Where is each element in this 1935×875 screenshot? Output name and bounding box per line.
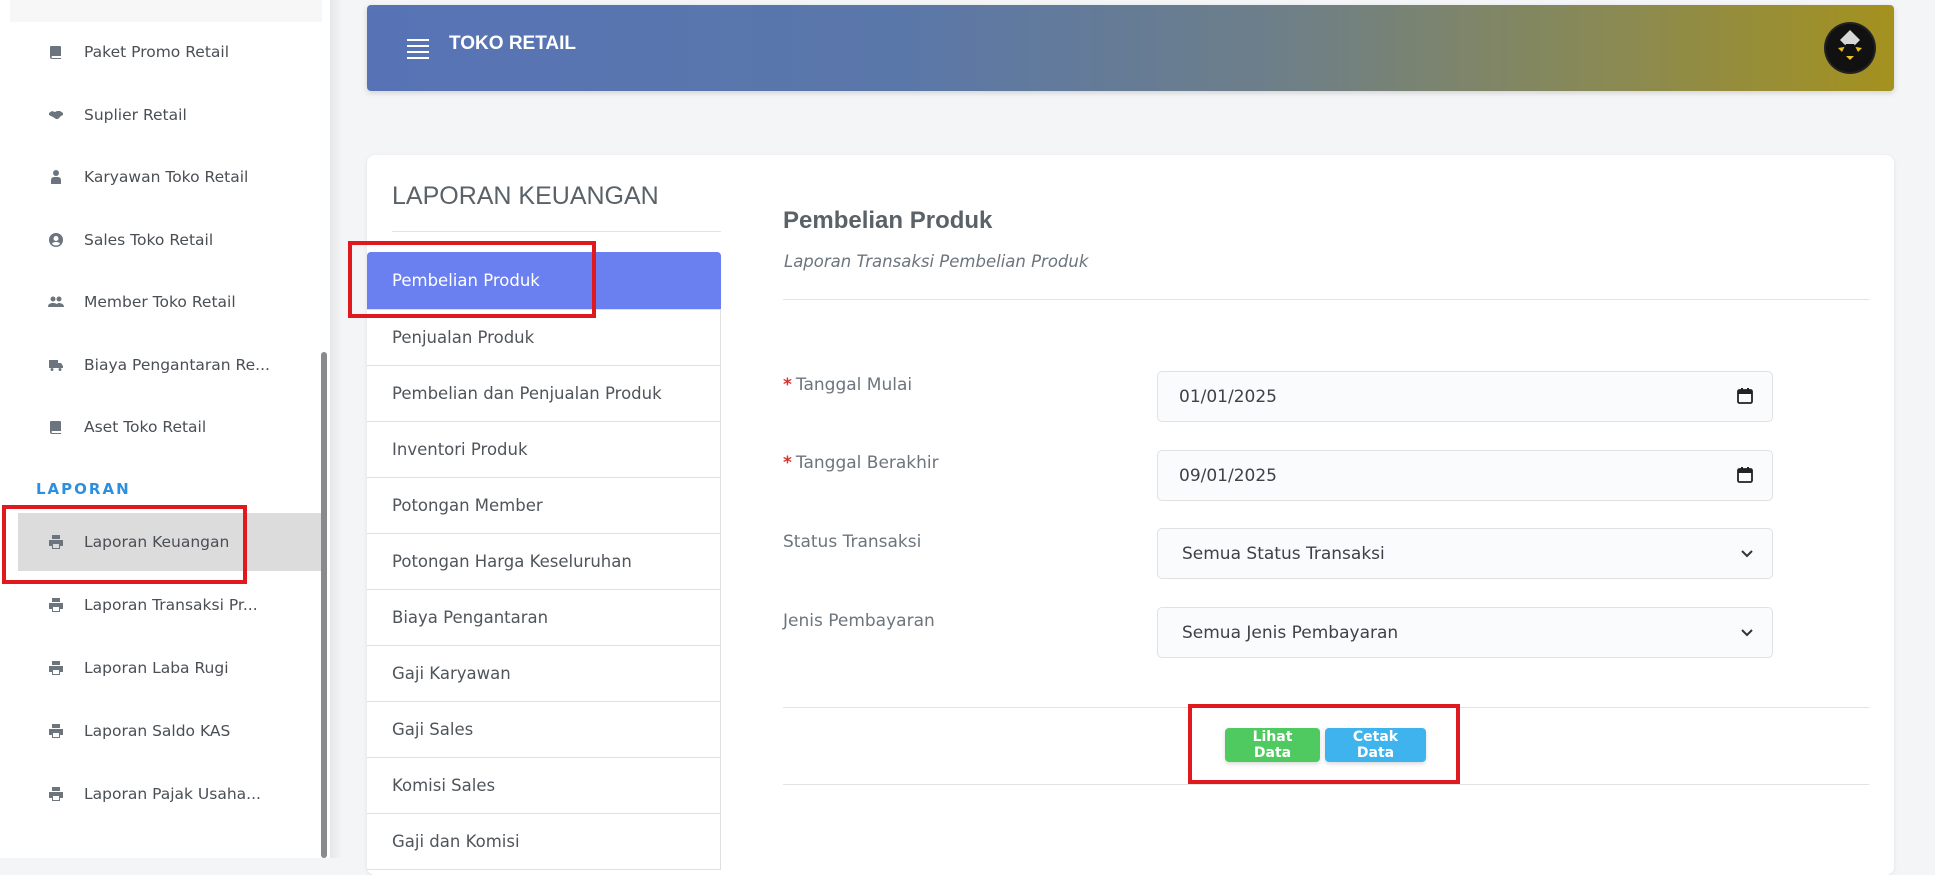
chevron-down-icon (1741, 550, 1753, 558)
report-item-potongan-harga[interactable]: Potongan Harga Keseluruhan (367, 534, 721, 590)
required-mark: * (783, 375, 792, 395)
sidebar: Paket Promo Retail Suplier Retail Karyaw… (0, 0, 330, 858)
calendar-icon[interactable] (1736, 466, 1754, 484)
sidebar-item-label: Aset Toko Retail (84, 418, 207, 436)
user-tie-icon (46, 167, 66, 187)
handshake-icon (46, 105, 66, 125)
sidebar-item-paket-promo[interactable]: Paket Promo Retail (18, 23, 322, 81)
sidebar-item-label: Suplier Retail (84, 106, 187, 124)
report-item-pembelian-penjualan[interactable]: Pembelian dan Penjualan Produk (367, 366, 721, 422)
status-label: Status Transaksi (783, 532, 922, 552)
printer-icon (46, 721, 66, 741)
print-data-button[interactable]: Cetak Data (1325, 728, 1426, 762)
report-item-gaji-komisi[interactable]: Gaji dan Komisi (367, 814, 721, 870)
divider (783, 707, 1869, 708)
sidebar-item-label: Sales Toko Retail (84, 231, 214, 249)
sidebar-item-laporan-pajak[interactable]: Laporan Pajak Usaha... (18, 765, 322, 823)
sidebar-item-laporan-transaksi[interactable]: Laporan Transaksi Pr... (18, 576, 322, 634)
sidebar-item-laporan-keuangan[interactable]: Laporan Keuangan (18, 513, 322, 571)
start-date-input[interactable]: 01/01/2025 (1157, 371, 1773, 422)
sidebar-item-sales[interactable]: Sales Toko Retail (18, 211, 322, 269)
sidebar-item-suplier[interactable]: Suplier Retail (18, 86, 322, 144)
report-item-gaji-karyawan[interactable]: Gaji Karyawan (367, 646, 721, 702)
truck-icon (46, 355, 66, 375)
status-select-value: Semua Status Transaksi (1182, 543, 1385, 564)
payment-label: Jenis Pembayaran (783, 611, 935, 631)
book-icon (46, 42, 66, 62)
sidebar-scrollbar[interactable] (321, 352, 327, 858)
divider (783, 299, 1869, 300)
start-date-label: * Tanggal Mulai (783, 375, 912, 395)
hamburger-menu-icon[interactable] (407, 39, 429, 59)
report-item-biaya-pengantaran[interactable]: Biaya Pengantaran (367, 590, 721, 646)
app-title: TOKO RETAIL (449, 33, 577, 54)
report-card: LAPORAN KEUANGAN Pembelian Produk Penjua… (367, 155, 1894, 875)
report-item-penjualan-produk[interactable]: Penjualan Produk (367, 310, 721, 366)
user-circle-icon (46, 230, 66, 250)
printer-icon (46, 595, 66, 615)
sidebar-item-label: Laporan Transaksi Pr... (84, 596, 258, 614)
sidebar-section-laporan: LAPORAN (36, 480, 131, 498)
sidebar-item-label: Karyawan Toko Retail (84, 168, 249, 186)
end-date-label-text: Tanggal Berakhir (795, 453, 939, 473)
sidebar-shadow (330, 0, 342, 858)
status-select[interactable]: Semua Status Transaksi (1157, 528, 1773, 579)
users-icon (46, 292, 66, 312)
sidebar-item-biaya-pengantaran[interactable]: Biaya Pengantaran Re... (18, 336, 322, 394)
required-mark: * (783, 453, 792, 473)
sidebar-item-laporan-saldo-kas[interactable]: Laporan Saldo KAS (18, 702, 322, 760)
sidebar-item-label: Paket Promo Retail (84, 43, 230, 61)
report-item-komisi-sales[interactable]: Komisi Sales (367, 758, 721, 814)
sidebar-item-label: Laporan Keuangan (84, 533, 230, 551)
report-item-pembelian-produk[interactable]: Pembelian Produk (367, 252, 721, 310)
start-date-value: 01/01/2025 (1179, 386, 1277, 407)
form-subtitle: Laporan Transaksi Pembelian Produk (784, 252, 1089, 271)
book-icon (46, 417, 66, 437)
view-data-button[interactable]: Lihat Data (1225, 728, 1320, 762)
end-date-label: * Tanggal Berakhir (783, 453, 939, 473)
sidebar-item-label: Laporan Saldo KAS (84, 722, 231, 740)
sidebar-item-member[interactable]: Member Toko Retail (18, 273, 322, 331)
chevron-down-icon (1741, 629, 1753, 637)
report-item-inventori[interactable]: Inventori Produk (367, 422, 721, 478)
report-item-potongan-member[interactable]: Potongan Member (367, 478, 721, 534)
printer-icon (46, 532, 66, 552)
sidebar-item-aset[interactable]: Aset Toko Retail (18, 398, 322, 456)
sidebar-top-strip (10, 0, 322, 22)
calendar-icon[interactable] (1736, 387, 1754, 405)
logo-icon (1838, 30, 1862, 60)
sidebar-item-label: Member Toko Retail (84, 293, 236, 311)
payment-select-value: Semua Jenis Pembayaran (1182, 622, 1399, 643)
sidebar-item-label: Laporan Pajak Usaha... (84, 785, 261, 803)
printer-icon (46, 658, 66, 678)
divider (392, 231, 721, 232)
report-list: Pembelian Produk Penjualan Produk Pembel… (367, 252, 721, 870)
card-title: LAPORAN KEUANGAN (392, 182, 659, 210)
report-item-gaji-sales[interactable]: Gaji Sales (367, 702, 721, 758)
divider (783, 784, 1869, 785)
printer-icon (46, 784, 66, 804)
form-title: Pembelian Produk (783, 207, 993, 234)
sidebar-item-laporan-laba-rugi[interactable]: Laporan Laba Rugi (18, 639, 322, 697)
end-date-input[interactable]: 09/01/2025 (1157, 450, 1773, 501)
sidebar-item-karyawan[interactable]: Karyawan Toko Retail (18, 148, 322, 206)
sidebar-item-label: Biaya Pengantaran Re... (84, 356, 270, 374)
user-avatar[interactable] (1826, 24, 1874, 72)
payment-select[interactable]: Semua Jenis Pembayaran (1157, 607, 1773, 658)
top-header: TOKO RETAIL (367, 5, 1894, 91)
start-date-label-text: Tanggal Mulai (795, 375, 913, 395)
sidebar-item-label: Laporan Laba Rugi (84, 659, 229, 677)
end-date-value: 09/01/2025 (1179, 465, 1277, 486)
